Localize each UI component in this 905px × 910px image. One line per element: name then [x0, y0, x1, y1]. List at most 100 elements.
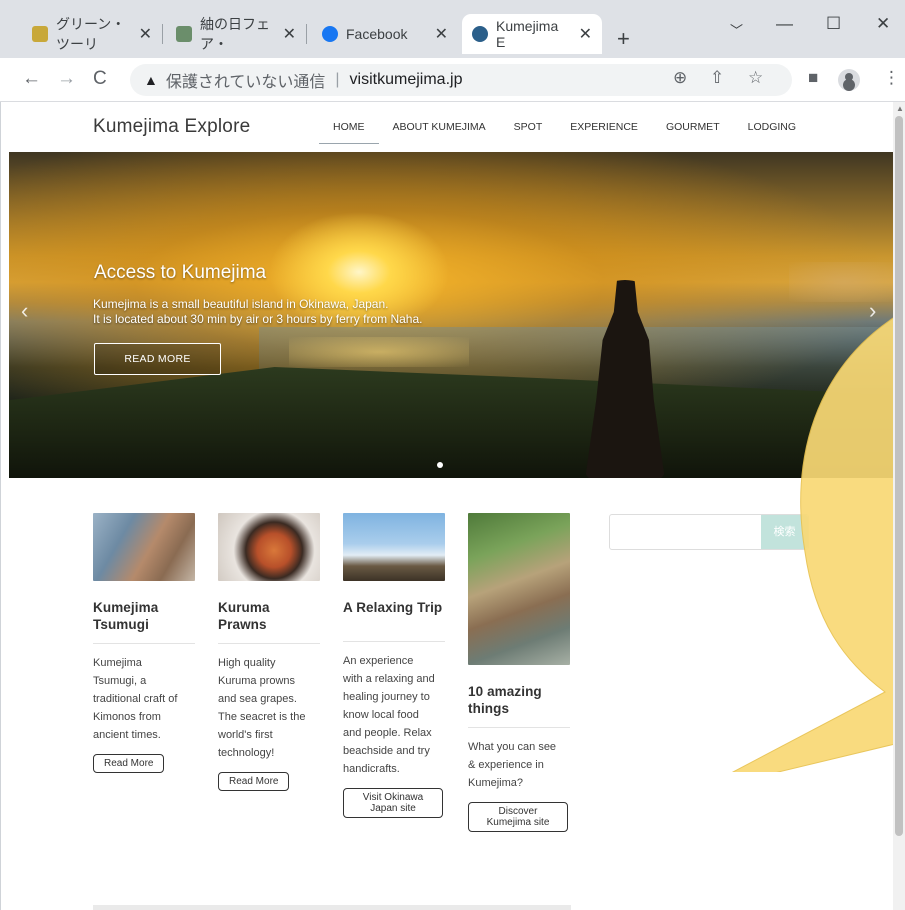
card-title[interactable]: A Relaxing Trip	[343, 599, 445, 616]
card-title-line[interactable]: Kuruma	[218, 599, 320, 616]
card-description-line: with a relaxing and	[343, 673, 435, 685]
browser-tab-strip: グリーン・ツーリ ✕ 紬の日フェア・ ✕ Facebook ✕ Kumejima…	[0, 0, 905, 58]
card-divider	[468, 727, 570, 728]
slider-prev-icon[interactable]: ‹	[21, 298, 28, 324]
button-label: Visit Okinawa	[362, 792, 424, 803]
menu-item-spot[interactable]: SPOT	[500, 102, 557, 152]
reload-icon[interactable]: C	[93, 68, 107, 90]
tab-label: 紬の日フェア・	[200, 16, 270, 52]
side-panel-icon[interactable]: ■	[808, 68, 818, 88]
address-bar[interactable]: ▲ 保護されていない通信 | visitkumejima.jp ⊕ ⇧ ☆	[130, 64, 792, 96]
card-description: High quality Kuruma prowns and sea grape…	[218, 654, 320, 762]
card-relaxing-trip: A Relaxing Trip An experience with a rel…	[343, 513, 445, 818]
card-title-line[interactable]: 10 amazing	[468, 683, 570, 700]
tab-label: グリーン・ツーリ	[56, 16, 126, 52]
card-title[interactable]: 10 amazing things	[468, 683, 570, 717]
not-secure-label: 保護されていない通信	[165, 74, 326, 91]
card-title-line[interactable]: Kumejima	[93, 599, 195, 616]
tab-tsumugi-fair[interactable]: 紬の日フェア・ ✕	[166, 14, 307, 54]
button-label: Read More	[104, 758, 154, 769]
wordpress-favicon-icon	[472, 26, 488, 42]
profile-avatar-icon[interactable]	[838, 69, 860, 91]
card-description-line: Kumejima?	[468, 777, 524, 789]
browser-toolbar: ← → C ▲ 保護されていない通信 | visitkumejima.jp ⊕ …	[0, 58, 905, 102]
menu-item-home[interactable]: HOME	[319, 102, 379, 152]
facebook-favicon-icon	[322, 26, 338, 42]
card-divider	[218, 643, 320, 644]
close-tab-icon[interactable]: ✕	[427, 24, 448, 44]
close-tab-icon[interactable]: ✕	[571, 24, 592, 44]
tsumugi-weaving-photo[interactable]	[93, 513, 195, 581]
card-title-line[interactable]: things	[468, 700, 570, 717]
callout-bubble	[731, 317, 893, 772]
slider-dot[interactable]	[437, 462, 443, 468]
card-description-line: High quality	[218, 657, 276, 669]
card-description-line: healing journey to	[343, 691, 430, 703]
horse-riding-photo[interactable]	[343, 513, 445, 581]
card-10-amazing-things: 10 amazing things What you can see & exp…	[468, 513, 570, 832]
kebab-menu-icon[interactable]: ⋮	[883, 68, 900, 88]
forward-arrow-icon[interactable]: →	[57, 68, 76, 90]
card-title-line[interactable]: Prawns	[218, 616, 320, 633]
maximize-icon[interactable]: ☐	[826, 14, 841, 34]
card-description-line: Kimonos from	[93, 711, 161, 723]
card-description-line: ancient times.	[93, 729, 161, 741]
scroll-up-icon[interactable]: ▲	[896, 104, 904, 113]
card-divider	[93, 643, 195, 644]
card-description: An experience with a relaxing and healin…	[343, 652, 445, 778]
page-scrollbar[interactable]: ▲	[893, 102, 905, 910]
card-title[interactable]: Kumejima Tsumugi	[93, 599, 195, 633]
tab-kumejima-explore[interactable]: Kumejima E ✕	[462, 14, 602, 54]
warning-triangle-icon[interactable]: ▲	[144, 72, 158, 88]
visit-okinawa-button[interactable]: Visit Okinawa Japan site	[343, 788, 443, 818]
button-label: Japan site	[370, 803, 416, 814]
discover-kumejima-button[interactable]: Discover Kumejima site	[468, 802, 568, 832]
zoom-icon[interactable]: ⊕	[673, 68, 687, 88]
back-arrow-icon[interactable]: ←	[22, 68, 41, 90]
site-header: Kumejima Explore HOME ABOUT KUMEJIMA SPO…	[1, 102, 893, 152]
button-label: Kumejima site	[486, 817, 550, 828]
bookmark-star-icon[interactable]: ☆	[748, 68, 763, 88]
slide-description: Kumejima is a small beautiful island in …	[93, 297, 422, 327]
card-description-line: beachside and try	[343, 745, 430, 757]
slide-title: Access to Kumejima	[94, 262, 267, 283]
menu-item-gourmet[interactable]: GOURMET	[652, 102, 734, 152]
read-more-button[interactable]: Read More	[218, 772, 290, 791]
callout-shape	[731, 317, 893, 772]
card-kumejima-tsumugi: Kumejima Tsumugi Kumejima Tsumugi, a tra…	[93, 513, 195, 773]
card-divider	[343, 641, 445, 642]
footer-divider	[93, 905, 571, 910]
card-description-line: The seacret is the	[218, 711, 306, 723]
close-tab-icon[interactable]: ✕	[131, 24, 152, 44]
share-icon[interactable]: ⇧	[710, 68, 724, 88]
new-tab-icon[interactable]: +	[617, 26, 630, 52]
menu-item-lodging[interactable]: LODGING	[734, 102, 810, 152]
close-window-icon[interactable]: ✕	[876, 14, 890, 34]
card-title-line[interactable]: Tsumugi	[93, 616, 195, 633]
close-tab-icon[interactable]: ✕	[275, 24, 296, 44]
card-title[interactable]: Kuruma Prawns	[218, 599, 320, 633]
button-label: Read More	[229, 776, 279, 787]
menu-item-experience[interactable]: EXPERIENCE	[556, 102, 652, 152]
read-more-button[interactable]: Read More	[93, 754, 165, 773]
slide-description-line: It is located about 30 min by air or 3 h…	[93, 312, 423, 326]
minimize-icon[interactable]: —	[776, 14, 793, 34]
read-more-button[interactable]: READ MORE	[94, 343, 221, 375]
tab-facebook[interactable]: Facebook ✕	[312, 14, 458, 54]
card-description-line: handicrafts.	[343, 763, 400, 775]
card-description-line: traditional craft of	[93, 693, 178, 705]
tsumugi-fair-favicon-icon	[176, 26, 192, 42]
prawn-bowl-photo[interactable]	[218, 513, 320, 581]
card-description-line: technology!	[218, 747, 275, 759]
card-title-line[interactable]: A Relaxing Trip	[343, 599, 445, 616]
card-description-line: Kuruma prowns	[218, 675, 296, 687]
tab-search-icon[interactable]: ﹀	[730, 20, 743, 39]
cafe-couple-photo[interactable]	[468, 513, 570, 665]
scrollbar-thumb[interactable]	[895, 116, 903, 836]
card-description-line: What you can see	[468, 741, 557, 753]
card-description-line: know local food	[343, 709, 419, 721]
tab-green-tourism[interactable]: グリーン・ツーリ ✕	[22, 14, 163, 54]
menu-item-about[interactable]: ABOUT KUMEJIMA	[379, 102, 500, 152]
site-logo[interactable]: Kumejima Explore	[93, 116, 250, 138]
url-text[interactable]: visitkumejima.jp	[350, 71, 463, 89]
